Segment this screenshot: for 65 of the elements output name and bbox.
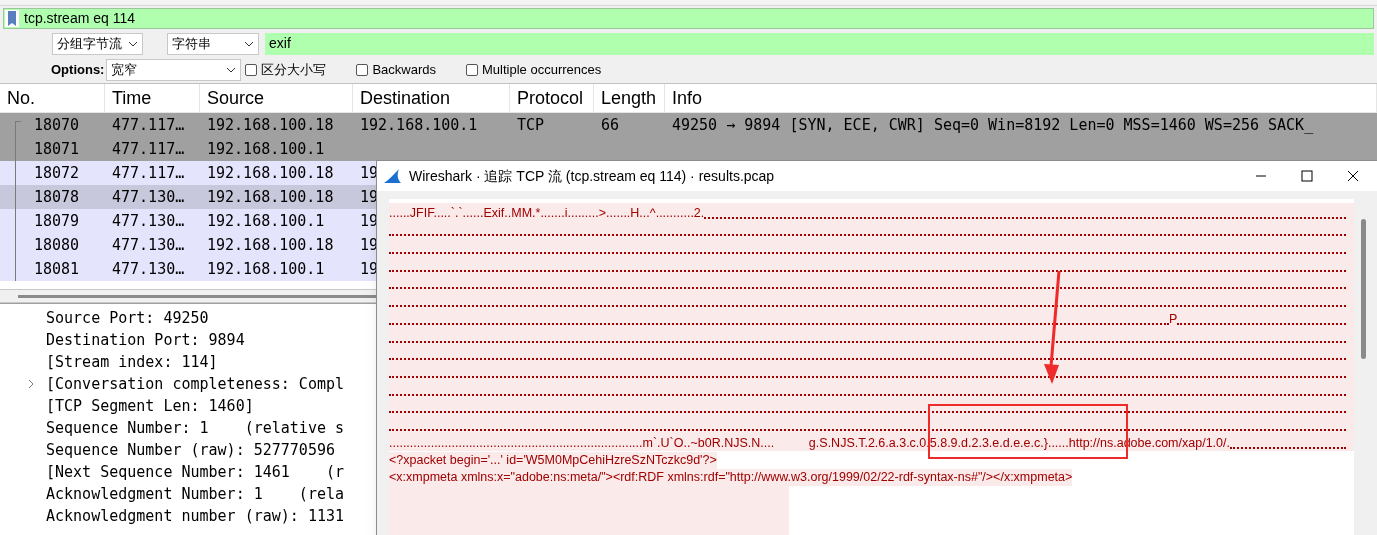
dropdown[interactable]: 宽窄 — [106, 59, 242, 81]
checkbox[interactable]: Backwards — [356, 60, 436, 80]
detail-line: Source Port: 49250 — [46, 307, 209, 329]
table-cell-text: 18071 — [33, 138, 81, 160]
table-cell-text: 477.130… — [111, 186, 186, 208]
detail-line: Sequence Number: 1 (relative s — [46, 417, 344, 439]
bookmark-icon — [5, 9, 19, 27]
display-filter-field[interactable]: tcp.stream eq 114 — [3, 7, 1374, 29]
column-header[interactable]: Time — [105, 84, 200, 112]
table-cell-text: 192.168.100.1 — [206, 210, 326, 232]
detail-line: [Next Sequence Number: 1461 (r — [46, 461, 344, 483]
detail-line: Sequence Number (raw): 527770596 — [46, 439, 335, 461]
table-cell-text: 192.168.100.18 — [206, 186, 335, 208]
detail-line: Acknowledgment number (raw): 1131 — [46, 505, 344, 527]
stream-text: <x:xmpmeta xmlns:x="adobe:ns:meta/"><rdf:RDF xmlns:rdf="http://www.w3.org/1999/02/22-rdf-syntax-ns#"/></x:xmpmeta> — [389, 469, 1073, 487]
search-field[interactable]: exif — [265, 32, 1374, 55]
table-cell-text: 192.168.100.18 — [206, 234, 335, 256]
detail-line: [TCP Segment Len: 1460] — [46, 395, 254, 417]
table-cell-text: TCP — [516, 114, 546, 136]
window-title: Wireshark · 追踪 TCP 流 (tcp.stream eq 114) · results.pcap — [409, 166, 776, 186]
table-cell-text: 18080 — [33, 234, 81, 256]
table-cell-text: 192.168.100.1 — [359, 114, 479, 136]
column-header[interactable]: Length — [594, 84, 665, 112]
dropdown[interactable]: 分组字节流 — [52, 32, 143, 55]
maximize-icon[interactable] — [1301, 170, 1313, 182]
table-cell-text: 477.130… — [111, 234, 186, 256]
column-header[interactable]: Source — [200, 84, 353, 112]
table-cell-text: 192.168.100.1 — [206, 138, 325, 160]
stream-text: <?xpacket begin='...' id='W5M0MpCehiHzreSzNTczkc9d'?> — [389, 451, 717, 469]
caret-icon — [128, 40, 138, 47]
detail-line: Destination Port: 9894 — [46, 329, 245, 351]
table-cell-text: 477.117… — [111, 114, 186, 136]
column-header[interactable]: No. — [0, 84, 105, 112]
table-cell-text: 18079 — [33, 210, 81, 232]
table-cell-text: 49250 → 9894 [SYN, ECE, CWR] Seq=0 Win=8192 Len=0 MSS=1460 WS=256 SACK_ — [671, 114, 1315, 136]
dropdown[interactable]: 字符串 — [167, 32, 259, 55]
caret-icon — [244, 40, 254, 47]
table-cell-text: 477.130… — [111, 258, 186, 280]
table-cell-text: 477.130… — [111, 210, 186, 232]
detail-line: Acknowledgment Number: 1 (rela — [46, 483, 344, 505]
checkbox[interactable]: Multiple occurrences — [466, 60, 602, 80]
table-cell-text: 192.168.100.18 — [206, 114, 335, 136]
table-cell-text: 18072 — [33, 162, 81, 184]
options-label: Options: — [51, 61, 105, 80]
stream-text: ......JFIF.....`.`......Exif..MM.*.......i.........>.......H...^...........2. — [389, 205, 705, 221]
column-header[interactable]: Info — [665, 84, 1377, 112]
checkbox[interactable]: 区分大小写 — [245, 60, 327, 80]
detail-line: [Stream index: 114] — [46, 351, 218, 373]
table-cell-text: 18081 — [33, 258, 81, 280]
caret-icon — [226, 67, 237, 73]
table-cell-text: 192.168.100.18 — [206, 162, 335, 184]
table-cell-text: 477.117… — [111, 162, 186, 184]
table-cell-text: 477.117… — [111, 138, 186, 160]
table-cell-text: 66 — [600, 114, 621, 136]
packet-row[interactable]: 18070 477.117… 192.168.100.18 192.168.100.1 TCP 66 49250 → 9894 [SYN, ECE, CWR] Seq=0 Win=8192 Len=0 MSS=1460 WS=256 SACK_ — [0, 113, 1377, 137]
detail-line: [Conversation completeness: Compl — [46, 373, 344, 395]
packet-row[interactable]: 18071 477.117… 192.168.100.1 — [0, 137, 1377, 161]
table-cell-text: 18070 — [33, 114, 81, 136]
table-cell-text: 18078 — [33, 186, 81, 208]
stream-text: P — [1169, 311, 1178, 327]
table-cell-text: 192.168.100.1 — [206, 258, 326, 280]
column-header[interactable]: Protocol — [510, 84, 594, 112]
close-icon[interactable] — [1347, 170, 1359, 182]
column-header[interactable]: Destination — [353, 84, 510, 112]
shark-fin-icon — [383, 168, 403, 184]
